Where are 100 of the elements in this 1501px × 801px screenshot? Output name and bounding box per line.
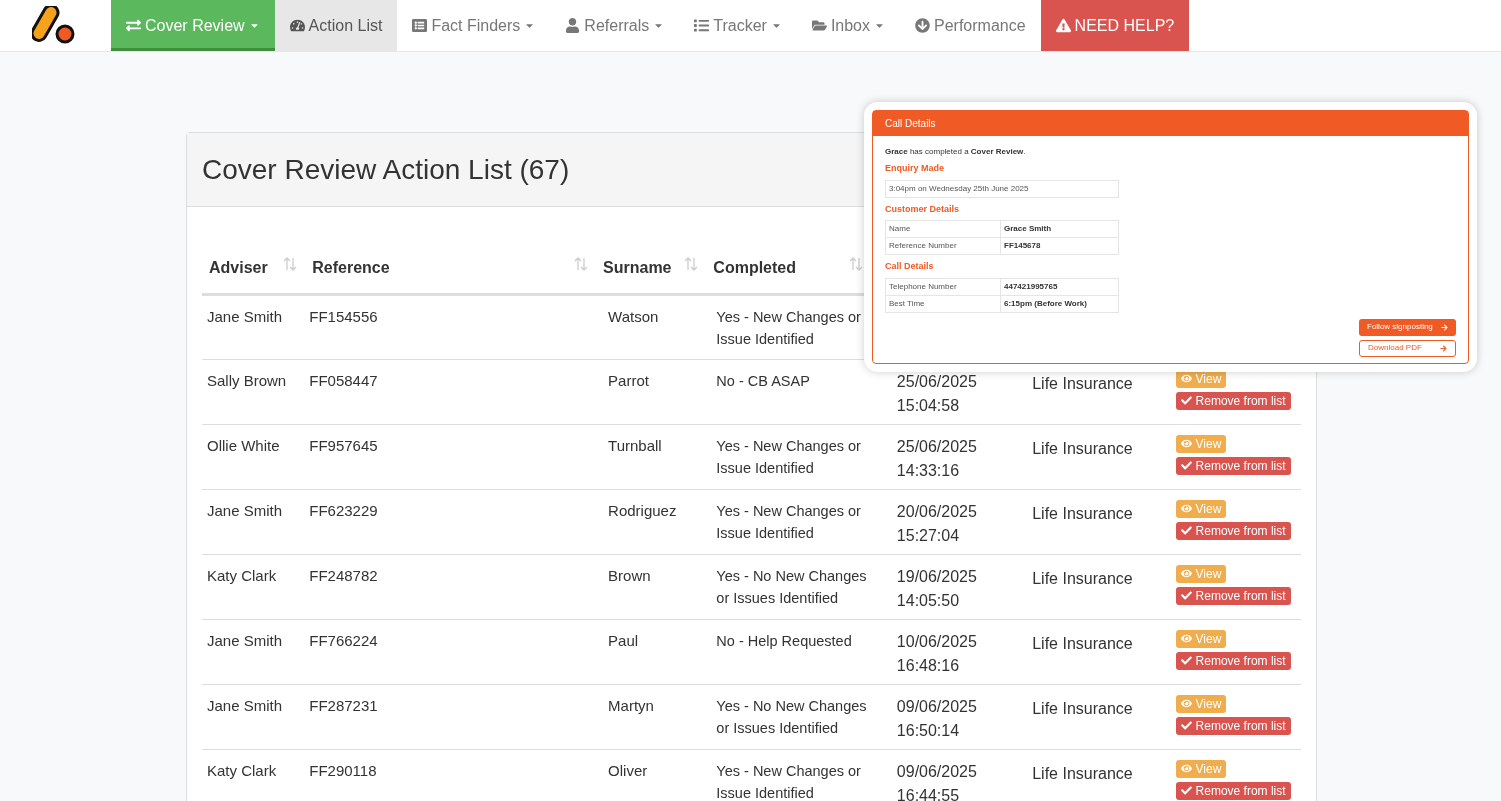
column-header[interactable]: Surname	[603, 256, 672, 281]
table-cell: Brown	[608, 566, 651, 584]
sort-icon[interactable]	[573, 256, 590, 273]
table-cell-text: 10/06/2025	[896, 631, 978, 652]
panel-title: Cover Review Action List (67)	[202, 152, 570, 187]
table-cell: Yes - New Changes or Issue Identified	[716, 502, 861, 541]
table-cell: Jane Smith	[207, 307, 283, 325]
eye-icon	[1180, 503, 1192, 514]
remove-button[interactable]: Remove from list	[1175, 586, 1291, 605]
table-cell: Life Insurance	[1032, 504, 1133, 522]
table-cell: Jane Smith	[207, 631, 283, 649]
check-icon	[1180, 655, 1192, 666]
remove-button[interactable]: Remove from list	[1175, 391, 1291, 410]
table-cell-text: 16:44:55	[896, 785, 961, 801]
detail-value: 447421995765	[1004, 281, 1058, 291]
arrow-right-icon	[1440, 344, 1447, 352]
table-cell: FF248782	[309, 566, 378, 584]
gauge-icon	[289, 18, 305, 33]
check-icon	[1180, 525, 1192, 536]
table-cell: Life Insurance	[1032, 374, 1133, 392]
remove-button[interactable]: Remove from list	[1175, 716, 1291, 735]
table-cell: Watson	[608, 307, 659, 325]
sort-icon[interactable]	[282, 256, 299, 273]
eye-icon	[1180, 568, 1192, 579]
check-icon	[1180, 460, 1192, 471]
detail-label: Best Time	[889, 298, 925, 308]
table-cell-text: 14:05:50	[896, 590, 961, 611]
section-heading: Enquiry Made	[885, 162, 945, 175]
table-cell: Yes - New Changes or Issue Identified	[716, 437, 861, 476]
table-cell: Yes - No New Changes or Issues Identified	[716, 697, 867, 736]
sort-icon[interactable]	[847, 256, 864, 273]
table-cell: Ollie White	[207, 436, 280, 454]
remove-button[interactable]: Remove from list	[1175, 456, 1291, 475]
table-cell-text: 16:48:16	[896, 655, 961, 676]
table-cell: Life Insurance	[1032, 764, 1133, 782]
column-header[interactable]: Adviser	[209, 256, 268, 281]
table-cell: Life Insurance	[1032, 439, 1133, 457]
list-form-icon	[412, 18, 428, 33]
nav-tab[interactable]: Action List	[274, 0, 398, 51]
table-cell: Jane Smith	[207, 696, 283, 714]
table-cell-text: 14:33:16	[896, 460, 961, 481]
detail-value: FF145678	[1004, 241, 1041, 250]
arrows-icon	[126, 18, 141, 33]
table-cell: Turnball	[608, 436, 662, 454]
card-button[interactable]: Follow signposting	[1359, 318, 1456, 336]
detail-value: 3:04pm on Wednesday 25th June 2025	[889, 183, 1029, 193]
table-cell: FF290118	[309, 761, 377, 779]
table-cell-text: 15:04:58	[896, 395, 961, 416]
table-cell: Martyn	[608, 696, 654, 714]
check-icon	[1180, 395, 1192, 406]
table-cell-text: 25/06/2025	[896, 436, 978, 457]
table-cell: Yes - New Changes or Issue Identified	[716, 762, 861, 801]
table-cell-text: 09/06/2025	[896, 696, 978, 717]
table-cell: Yes - New Changes or Issue Identified	[716, 308, 861, 347]
nav-tab[interactable]: Cover Review	[111, 0, 275, 51]
table-cell: Sally Brown	[207, 371, 287, 389]
eye-icon	[1180, 698, 1192, 709]
table-cell: Paul	[608, 631, 639, 649]
table-cell: Life Insurance	[1032, 634, 1133, 652]
table-cell: FF058447	[309, 371, 378, 389]
table-cell: FF154556	[309, 307, 378, 325]
arrow-right-icon	[1441, 323, 1448, 331]
table-cell: Katy Clark	[207, 761, 277, 779]
nav-tab[interactable]: NEED HELP?	[1040, 0, 1190, 51]
column-header[interactable]: Reference	[312, 256, 390, 281]
detail-value: Grace Smith	[1004, 224, 1052, 233]
table-cell-text: 16:50:14	[896, 720, 961, 741]
table-cell: Oliver	[608, 761, 648, 779]
check-icon	[1180, 720, 1192, 731]
detail-label: Telephone Number	[889, 281, 957, 291]
table-cell: Yes - No New Changes or Issues Identified	[716, 567, 867, 606]
eye-icon	[1180, 373, 1192, 384]
detail-label: Name	[889, 224, 911, 233]
table-cell-text: 09/06/2025	[896, 761, 978, 782]
remove-button[interactable]: Remove from list	[1175, 781, 1291, 800]
remove-button[interactable]: Remove from list	[1175, 521, 1291, 540]
table-cell: FF766224	[309, 631, 378, 649]
remove-button[interactable]: Remove from list	[1175, 651, 1291, 670]
table-cell: FF623229	[309, 501, 378, 519]
eye-icon	[1180, 438, 1192, 449]
section-heading: Call Details	[885, 260, 935, 273]
list-icon	[694, 18, 710, 33]
table-cell-text: 25/06/2025	[896, 371, 978, 392]
table-cell: FF287231	[309, 696, 378, 714]
table-cell: No - CB ASAP	[716, 372, 810, 389]
detail-value: 6:15pm (Before Work)	[1004, 298, 1087, 308]
table-cell: No - Help Requested	[716, 632, 852, 649]
user-icon	[565, 18, 581, 33]
detail-label: Reference Number	[889, 241, 957, 250]
table-cell: Parrot	[608, 371, 649, 389]
sort-icon[interactable]	[683, 256, 700, 273]
table-cell: FF957645	[309, 436, 378, 454]
column-header[interactable]: Completed	[713, 256, 796, 281]
table-cell: Life Insurance	[1032, 699, 1133, 717]
folder-icon	[811, 18, 827, 33]
table-cell: Rodriguez	[608, 501, 677, 519]
check-icon	[1180, 590, 1192, 601]
table-cell-text: 20/06/2025	[896, 501, 978, 522]
section-heading: Customer Details	[885, 202, 961, 216]
card-button[interactable]: Download PDF	[1359, 339, 1456, 357]
